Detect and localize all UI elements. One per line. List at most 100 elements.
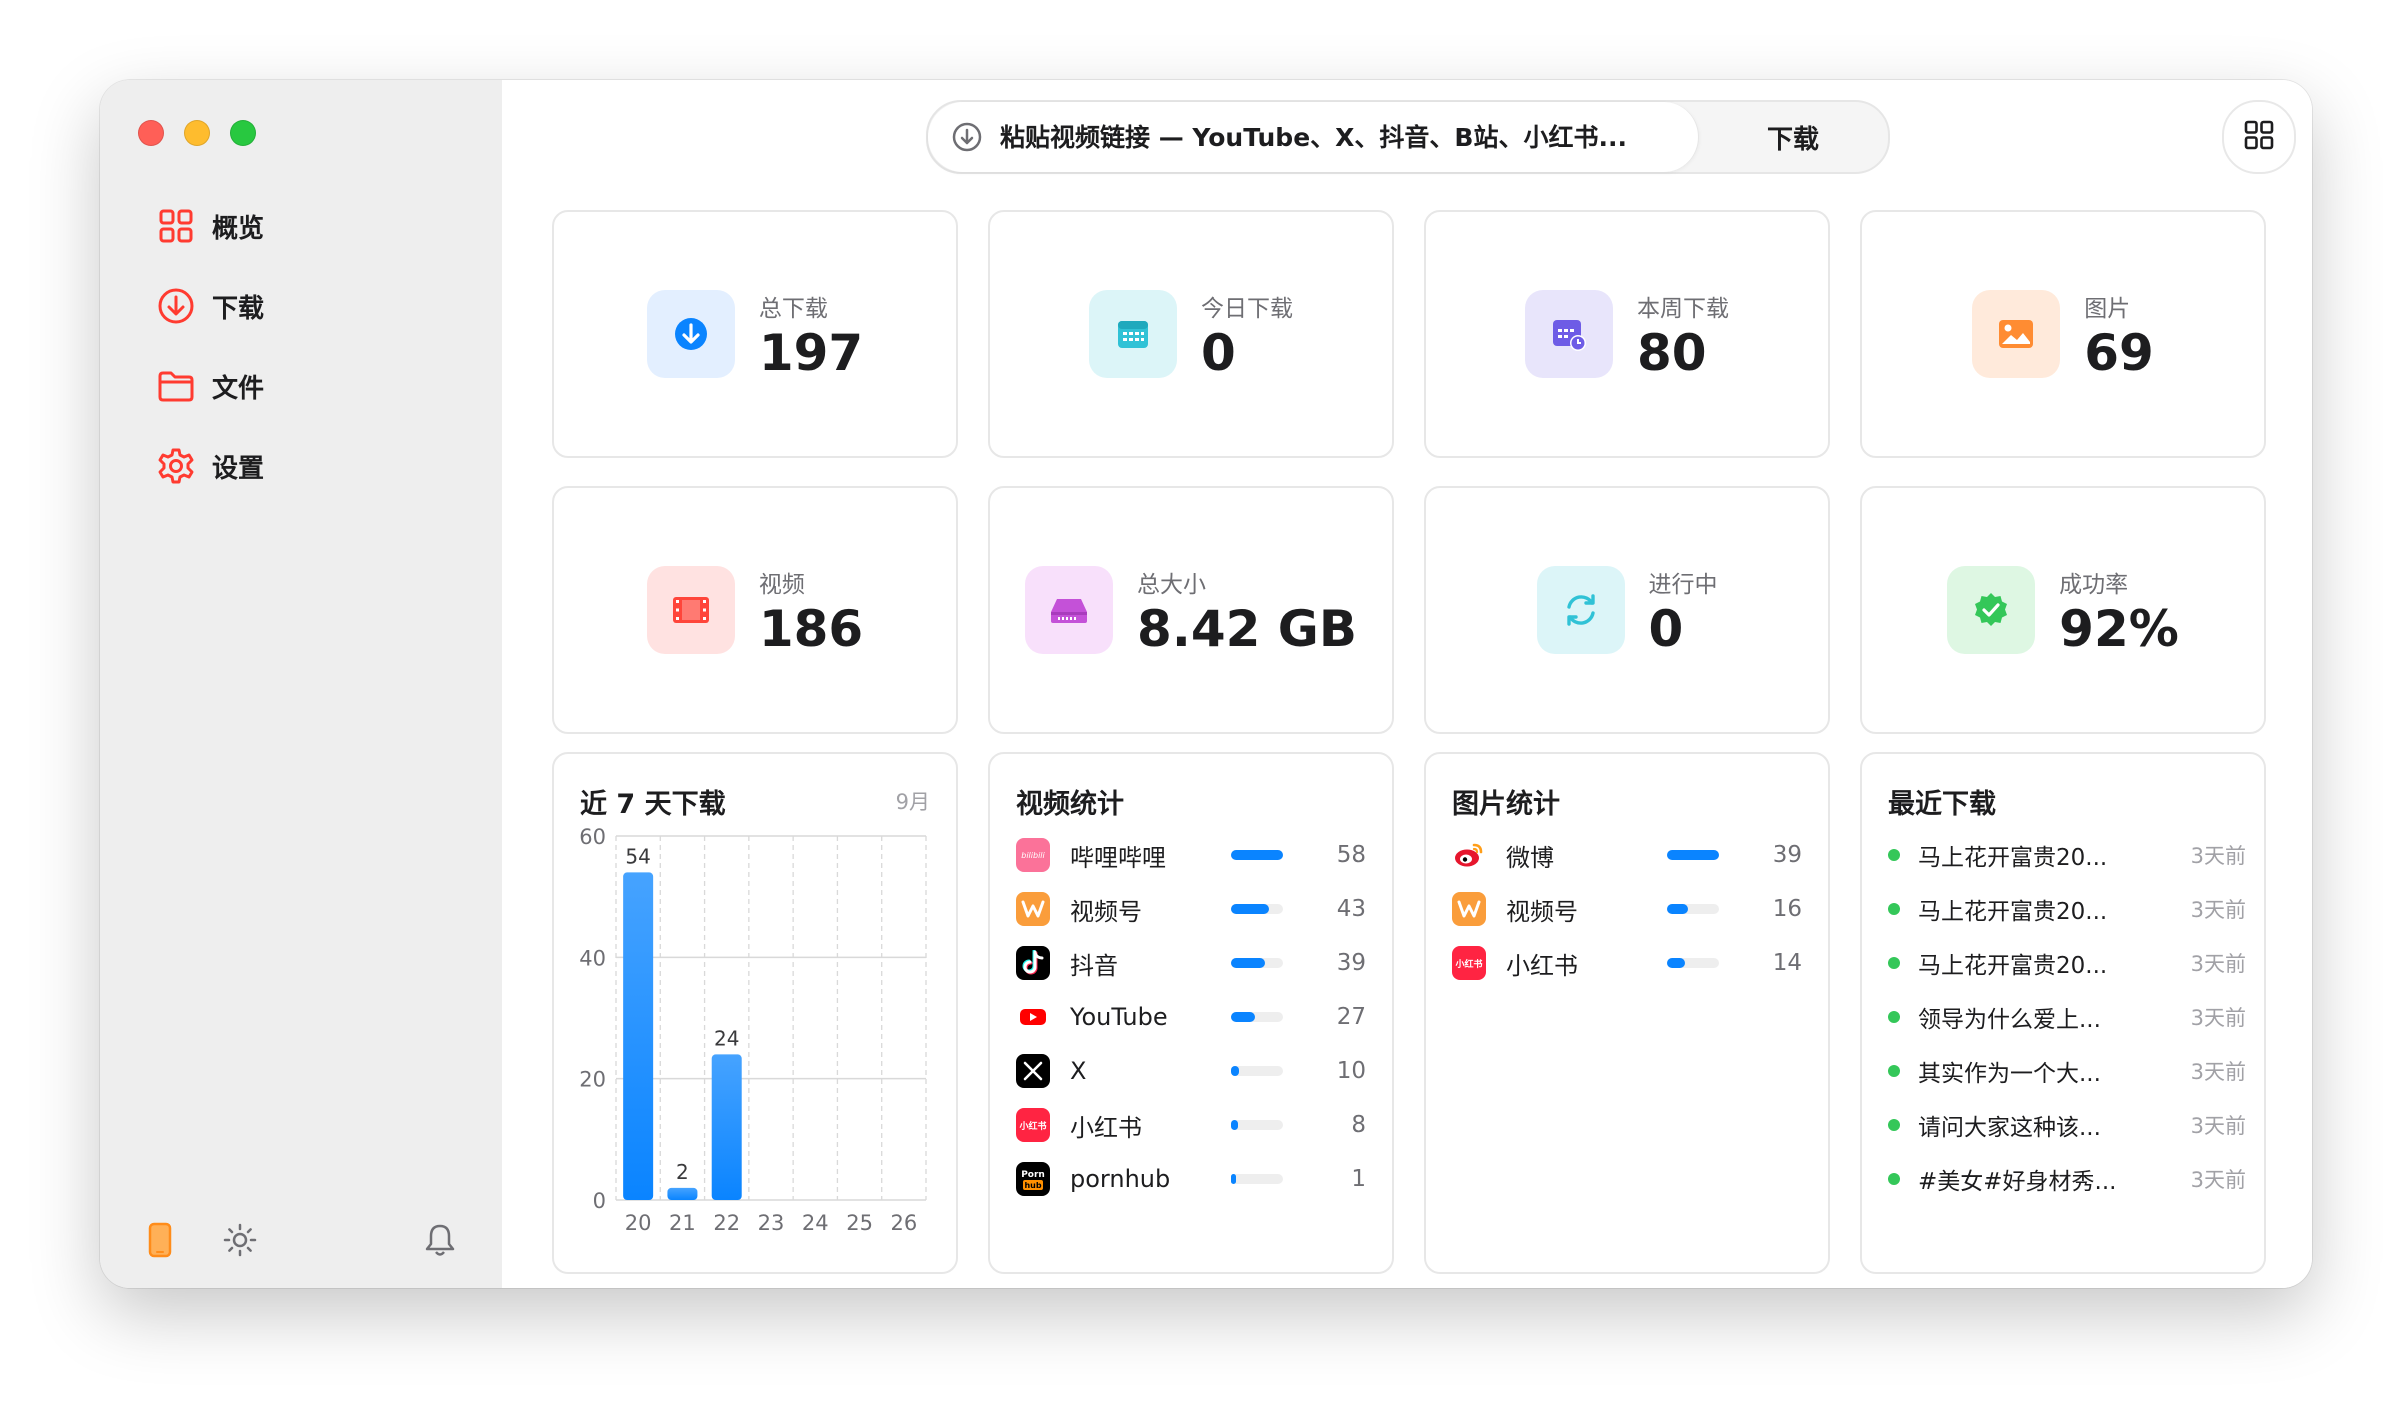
sidebar-item-settings[interactable]: 设置 <box>156 440 456 492</box>
recent-item[interactable]: 其实作为一个大... 3天前 <box>1888 1044 2248 1098</box>
url-input[interactable] <box>998 121 1682 153</box>
recent-item-time: 3天前 <box>2190 952 2246 976</box>
platform-row-channels[interactable]: 视频号 16 <box>1452 882 1802 936</box>
status-dot <box>1888 903 1900 915</box>
app-window: 概览 下载 文件 设置 粘贴视频链接 — YouTube、X、抖音、B站、小红书… <box>100 80 2312 1288</box>
sidebar-item-label: 概览 <box>212 213 265 244</box>
platform-row-xiaohongshu[interactable]: 小红书 小红书 14 <box>1452 936 1802 990</box>
platform-share-bar <box>1230 1066 1283 1076</box>
recent-item[interactable]: 领导为什么爱上... 3天前 <box>1888 990 2248 1044</box>
svg-text:Porn: Porn <box>1021 1170 1045 1180</box>
recent-item[interactable]: #美女#好身材秀... 3天前 <box>1888 1152 2248 1206</box>
download-circle-icon <box>950 120 984 154</box>
sidebar-item-download[interactable]: 下载 <box>156 280 456 332</box>
stat-label: 本周下载 <box>1637 295 1729 322</box>
bar <box>623 872 654 1200</box>
x-tick-label: 21 <box>669 1211 696 1235</box>
stat-label: 进行中 <box>1648 571 1718 598</box>
xiaohongshu-icon: 小红书 <box>1452 946 1486 980</box>
platform-share-fill <box>1230 904 1270 914</box>
platform-name: YouTube <box>1070 1003 1168 1031</box>
platform-row-douyin[interactable]: 抖音 39 <box>1016 936 1366 990</box>
platform-count: 8 <box>1351 1112 1366 1138</box>
download-icon <box>646 290 735 378</box>
platform-share-bar <box>1230 1120 1283 1130</box>
sidebar-item-label: 文件 <box>212 373 265 404</box>
window-minimize-button[interactable] <box>184 120 210 146</box>
platform-count: 39 <box>1772 842 1802 868</box>
pornhub-icon: Porn hub <box>1016 1162 1050 1196</box>
platform-share-fill <box>1230 1120 1238 1130</box>
recent-item-time: 3天前 <box>2190 1006 2246 1030</box>
recent-item-title: 请问大家这种该... <box>1918 1115 2101 1141</box>
y-tick-label: 40 <box>579 946 606 970</box>
recent-item[interactable]: 马上花开富贵20... 3天前 <box>1888 936 2248 990</box>
stat-card-total-downloads: 总下载 197 <box>552 210 958 458</box>
sidebar-item-overview[interactable]: 概览 <box>156 200 456 252</box>
panel-title: 视频统计 <box>1016 789 1124 820</box>
platform-name: 小红书 <box>1070 1113 1142 1142</box>
platform-row-x[interactable]: X 10 <box>1016 1044 1366 1098</box>
platform-name: 微博 <box>1506 843 1554 872</box>
platform-row-pornhub[interactable]: Porn hub pornhub 1 <box>1016 1152 1366 1206</box>
x-tick-label: 22 <box>713 1211 740 1235</box>
stat-label: 成功率 <box>2059 571 2129 598</box>
sidebar-item-files[interactable]: 文件 <box>156 360 456 412</box>
platform-name: X <box>1070 1057 1087 1085</box>
bilibili-icon: bilibili <box>1016 838 1050 872</box>
youtube-icon <box>1016 1000 1050 1034</box>
x-tick-label: 23 <box>758 1211 785 1235</box>
download-button[interactable]: 下载 <box>1698 102 1888 172</box>
window-close-button[interactable] <box>138 120 164 146</box>
platform-count: 58 <box>1336 842 1366 868</box>
stat-value: 92% <box>2059 599 2179 658</box>
x-tick-label: 24 <box>802 1211 829 1235</box>
status-dot <box>1888 849 1900 861</box>
view-toggle-button[interactable] <box>2222 100 2296 174</box>
platform-share-bar <box>1230 850 1283 860</box>
recent-item[interactable]: 请问大家这种该... 3天前 <box>1888 1098 2248 1152</box>
image-stats-panel: 图片统计 微博 39 视频号 16 小红书 小红书 14 <box>1424 752 1830 1274</box>
url-input-wrapper[interactable] <box>928 102 1699 172</box>
platform-name: 视频号 <box>1506 897 1578 926</box>
platform-share-fill <box>1666 958 1686 968</box>
x-icon <box>1016 1054 1050 1088</box>
recent-item-time: 3天前 <box>2190 1060 2246 1084</box>
svg-text:小红书: 小红书 <box>1018 1120 1046 1132</box>
sidebar-item-label: 下载 <box>212 293 265 324</box>
stat-card-today-downloads: 今日下载 0 <box>988 210 1394 458</box>
grid-icon <box>156 206 196 246</box>
platform-row-youtube[interactable]: YouTube 27 <box>1016 990 1366 1044</box>
recent-item[interactable]: 马上花开富贵20... 3天前 <box>1888 828 2248 882</box>
recent-item[interactable]: 马上花开富贵20... 3天前 <box>1888 882 2248 936</box>
window-zoom-button[interactable] <box>230 120 256 146</box>
recent-item-title: #美女#好身材秀... <box>1918 1169 2117 1195</box>
grid-icon <box>2243 119 2275 155</box>
platform-share-fill <box>1230 1174 1236 1184</box>
platform-row-weibo[interactable]: 微博 39 <box>1452 828 1802 882</box>
platform-share-bar <box>1666 850 1719 860</box>
channels-icon <box>1016 892 1050 926</box>
sun-icon[interactable] <box>220 1220 260 1260</box>
panel-title: 最近下载 <box>1888 789 1996 820</box>
platform-row-bilibili[interactable]: bilibili 哔哩哔哩 58 <box>1016 828 1366 882</box>
platform-row-xiaohongshu[interactable]: 小红书 小红书 8 <box>1016 1098 1366 1152</box>
platform-count: 10 <box>1336 1058 1366 1084</box>
bar-value-label: 2 <box>676 1160 689 1184</box>
stat-value: 0 <box>1201 323 1236 382</box>
main-content: 下载 总下载197 今日下载0 <box>502 80 2312 1288</box>
stat-value: 197 <box>758 323 864 382</box>
stat-card-videos: 视频 186 <box>552 486 958 734</box>
bell-icon[interactable] <box>420 1220 460 1260</box>
platform-share-fill <box>1230 850 1283 860</box>
stat-label: 今日下载 <box>1201 295 1293 322</box>
platform-name: pornhub <box>1070 1165 1171 1193</box>
platform-row-channels[interactable]: 视频号 43 <box>1016 882 1366 936</box>
svg-text:小红书: 小红书 <box>1454 958 1482 970</box>
stat-card-images: 图片 69 <box>1860 210 2266 458</box>
film-icon <box>646 566 735 654</box>
bar-value-label: 24 <box>714 1026 739 1050</box>
stat-label: 总大小 <box>1137 571 1207 598</box>
phone-icon[interactable] <box>140 1220 180 1260</box>
stat-value: 8.42 GB <box>1137 599 1357 658</box>
